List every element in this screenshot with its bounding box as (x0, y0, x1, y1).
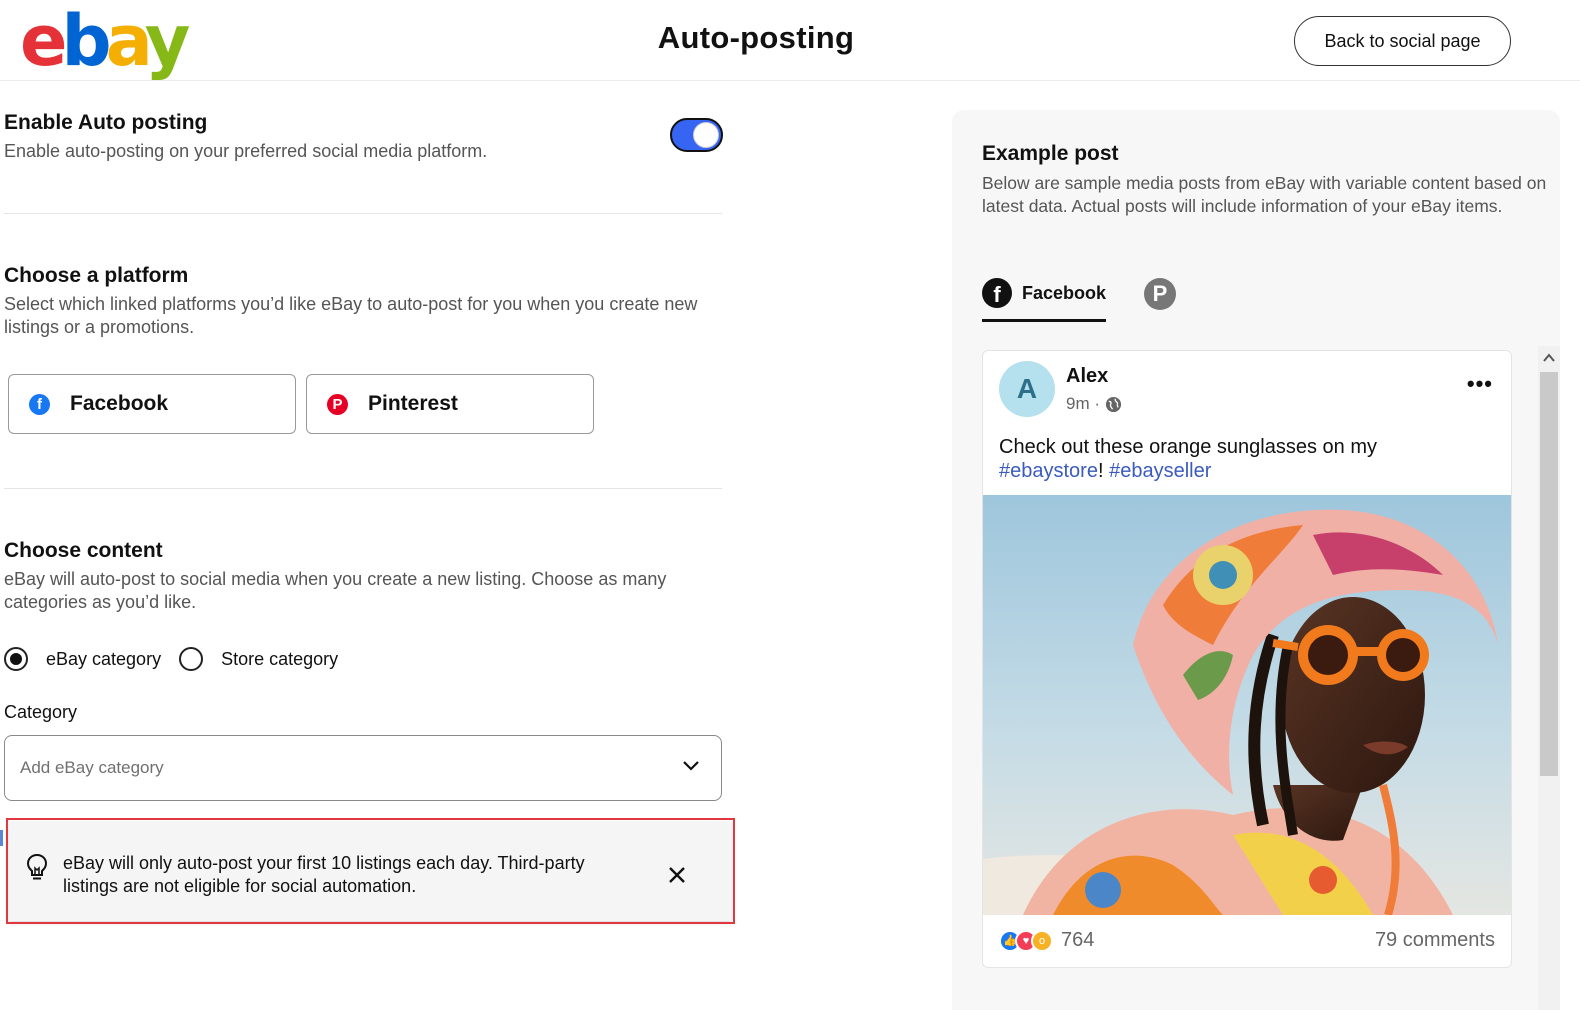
wow-reaction-icon: o (1031, 929, 1053, 952)
comments-count[interactable]: 79 comments (1375, 929, 1495, 952)
section-divider (4, 488, 722, 489)
example-post-panel: Example post Below are sample media post… (952, 110, 1560, 1010)
category-field-label: Category (4, 702, 78, 722)
auto-posting-toggle[interactable] (670, 118, 723, 152)
content-title: Choose content (4, 539, 163, 562)
reactions[interactable]: 👍 ♥ o (999, 929, 1053, 952)
facebook-icon: f (29, 393, 50, 415)
post-time: 9m · (1066, 394, 1100, 413)
edge-marker (0, 830, 3, 846)
avatar: A (999, 361, 1055, 417)
example-post-title: Example post (982, 142, 1119, 165)
facebook-platform-label: Facebook (70, 392, 169, 415)
post-body: Check out these orange sunglasses on my (999, 436, 1377, 458)
auto-posting-description: Enable auto-posting on your preferred so… (4, 141, 488, 161)
post-meta: 9m · (1066, 394, 1122, 414)
store-category-radio[interactable] (179, 647, 204, 671)
pinterest-platform-label: Pinterest (368, 392, 458, 415)
section-divider (4, 213, 722, 214)
scroll-up-icon[interactable] (1542, 352, 1556, 364)
notice-highlight-frame (6, 818, 735, 924)
facebook-platform-button[interactable]: f Facebook (8, 374, 296, 434)
category-type-radio-group: eBay category Store category (4, 647, 356, 671)
hashtag-ebayseller[interactable]: #ebayseller (1109, 460, 1211, 482)
post-separator: ! (1097, 460, 1110, 482)
content-description: eBay will auto-post to social media when… (4, 569, 667, 612)
example-platform-tabs: f Facebook P (982, 278, 1192, 322)
back-to-social-button[interactable]: Back to social page (1294, 16, 1511, 66)
store-category-label[interactable]: Store category (221, 649, 338, 670)
post-stats: 👍 ♥ o 764 79 comments (999, 929, 1495, 952)
scrollbar-thumb[interactable] (1540, 372, 1558, 776)
example-post-description: Below are sample media posts from eBay w… (982, 173, 1547, 216)
platform-title: Choose a platform (4, 264, 189, 287)
top-header: ebay Auto-posting Back to social page (0, 0, 1580, 80)
globe-icon (1105, 396, 1122, 412)
post-text: Check out these orange sunglasses on my … (999, 435, 1469, 483)
platform-description: Select which linked platforms you’d like… (4, 294, 698, 337)
category-select-placeholder: Add eBay category (20, 758, 164, 777)
tab-pinterest[interactable]: P (1144, 278, 1176, 310)
category-select[interactable]: Add eBay category (4, 735, 722, 801)
hashtag-ebaystore[interactable]: #ebaystore (999, 460, 1098, 482)
reaction-count: 764 (1061, 929, 1095, 951)
ebay-category-label[interactable]: eBay category (46, 649, 161, 670)
auto-posting-title: Enable Auto posting (4, 111, 208, 134)
ebay-category-radio[interactable] (4, 647, 28, 671)
chevron-down-icon (683, 761, 699, 771)
sunglasses-model-image (983, 495, 1511, 915)
page-title: Auto-posting (657, 20, 855, 55)
facebook-post-card: A Alex 9m · ••• Check out these orange s… (982, 350, 1512, 968)
toggle-knob (693, 122, 719, 148)
pinterest-icon: P (1152, 281, 1168, 306)
pinterest-platform-button[interactable]: P Pinterest (306, 374, 594, 434)
tab-facebook[interactable]: f Facebook (982, 278, 1106, 322)
facebook-icon: f (982, 278, 1012, 308)
pinterest-icon: P (327, 393, 348, 415)
tab-facebook-label: Facebook (1021, 283, 1106, 303)
post-author: Alex (1066, 365, 1109, 387)
more-options-icon[interactable]: ••• (1467, 371, 1493, 397)
post-photo (983, 495, 1511, 915)
